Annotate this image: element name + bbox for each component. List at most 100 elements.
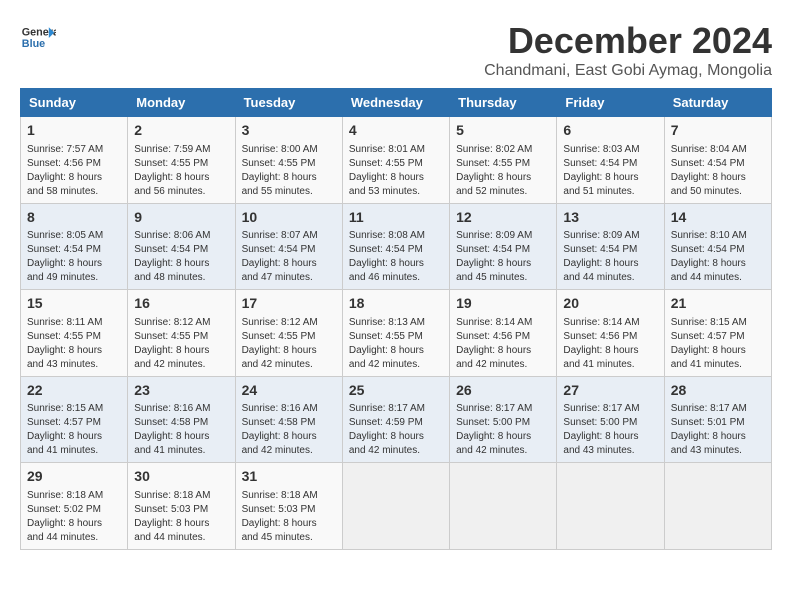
day-number: 23 bbox=[134, 381, 228, 401]
calendar-day-cell: 23 Sunrise: 8:16 AM Sunset: 4:58 PM Dayl… bbox=[128, 376, 235, 463]
calendar-day-cell: 5 Sunrise: 8:02 AM Sunset: 4:55 PM Dayli… bbox=[450, 117, 557, 204]
day-number: 15 bbox=[27, 294, 121, 314]
day-content: Sunrise: 8:13 AM Sunset: 4:55 PM Dayligh… bbox=[349, 316, 443, 372]
day-number: 6 bbox=[563, 121, 657, 141]
day-content: Sunrise: 8:17 AM Sunset: 5:01 PM Dayligh… bbox=[671, 402, 765, 458]
day-number: 19 bbox=[456, 294, 550, 314]
day-number: 25 bbox=[349, 381, 443, 401]
calendar-day-cell: 13 Sunrise: 8:09 AM Sunset: 4:54 PM Dayl… bbox=[557, 203, 664, 290]
calendar-day-cell: 30 Sunrise: 8:18 AM Sunset: 5:03 PM Dayl… bbox=[128, 463, 235, 550]
calendar-week-row: 29 Sunrise: 8:18 AM Sunset: 5:02 PM Dayl… bbox=[21, 463, 772, 550]
calendar-day-cell: 29 Sunrise: 8:18 AM Sunset: 5:02 PM Dayl… bbox=[21, 463, 128, 550]
calendar-day-cell: 9 Sunrise: 8:06 AM Sunset: 4:54 PM Dayli… bbox=[128, 203, 235, 290]
day-number: 3 bbox=[242, 121, 336, 141]
day-number: 16 bbox=[134, 294, 228, 314]
calendar-day-cell: 14 Sunrise: 8:10 AM Sunset: 4:54 PM Dayl… bbox=[664, 203, 771, 290]
day-number: 7 bbox=[671, 121, 765, 141]
day-number: 1 bbox=[27, 121, 121, 141]
day-content: Sunrise: 8:05 AM Sunset: 4:54 PM Dayligh… bbox=[27, 229, 121, 285]
day-content: Sunrise: 8:03 AM Sunset: 4:54 PM Dayligh… bbox=[563, 143, 657, 199]
calendar-day-cell: 17 Sunrise: 8:12 AM Sunset: 4:55 PM Dayl… bbox=[235, 290, 342, 377]
day-number: 14 bbox=[671, 208, 765, 228]
day-number: 18 bbox=[349, 294, 443, 314]
calendar-day-cell: 25 Sunrise: 8:17 AM Sunset: 4:59 PM Dayl… bbox=[342, 376, 449, 463]
day-content: Sunrise: 8:18 AM Sunset: 5:02 PM Dayligh… bbox=[27, 489, 121, 545]
day-number: 29 bbox=[27, 467, 121, 487]
calendar-day-cell: 28 Sunrise: 8:17 AM Sunset: 5:01 PM Dayl… bbox=[664, 376, 771, 463]
day-content: Sunrise: 8:16 AM Sunset: 4:58 PM Dayligh… bbox=[242, 402, 336, 458]
calendar-day-cell: 12 Sunrise: 8:09 AM Sunset: 4:54 PM Dayl… bbox=[450, 203, 557, 290]
day-content: Sunrise: 8:04 AM Sunset: 4:54 PM Dayligh… bbox=[671, 143, 765, 199]
day-number: 24 bbox=[242, 381, 336, 401]
calendar-day-cell bbox=[557, 463, 664, 550]
weekday-header: Tuesday bbox=[235, 89, 342, 117]
weekday-header: Wednesday bbox=[342, 89, 449, 117]
day-number: 30 bbox=[134, 467, 228, 487]
calendar-week-row: 1 Sunrise: 7:57 AM Sunset: 4:56 PM Dayli… bbox=[21, 117, 772, 204]
day-content: Sunrise: 8:09 AM Sunset: 4:54 PM Dayligh… bbox=[563, 229, 657, 285]
day-number: 21 bbox=[671, 294, 765, 314]
calendar-day-cell: 15 Sunrise: 8:11 AM Sunset: 4:55 PM Dayl… bbox=[21, 290, 128, 377]
day-content: Sunrise: 8:15 AM Sunset: 4:57 PM Dayligh… bbox=[671, 316, 765, 372]
location-title: Chandmani, East Gobi Aymag, Mongolia bbox=[484, 62, 772, 80]
day-content: Sunrise: 8:18 AM Sunset: 5:03 PM Dayligh… bbox=[134, 489, 228, 545]
calendar-day-cell: 11 Sunrise: 8:08 AM Sunset: 4:54 PM Dayl… bbox=[342, 203, 449, 290]
calendar-day-cell: 31 Sunrise: 8:18 AM Sunset: 5:03 PM Dayl… bbox=[235, 463, 342, 550]
calendar-day-cell: 6 Sunrise: 8:03 AM Sunset: 4:54 PM Dayli… bbox=[557, 117, 664, 204]
day-content: Sunrise: 8:09 AM Sunset: 4:54 PM Dayligh… bbox=[456, 229, 550, 285]
calendar-day-cell: 24 Sunrise: 8:16 AM Sunset: 4:58 PM Dayl… bbox=[235, 376, 342, 463]
weekday-header: Sunday bbox=[21, 89, 128, 117]
day-number: 20 bbox=[563, 294, 657, 314]
weekday-header-row: SundayMondayTuesdayWednesdayThursdayFrid… bbox=[21, 89, 772, 117]
calendar-day-cell: 16 Sunrise: 8:12 AM Sunset: 4:55 PM Dayl… bbox=[128, 290, 235, 377]
calendar-day-cell: 21 Sunrise: 8:15 AM Sunset: 4:57 PM Dayl… bbox=[664, 290, 771, 377]
day-number: 10 bbox=[242, 208, 336, 228]
day-number: 17 bbox=[242, 294, 336, 314]
day-number: 13 bbox=[563, 208, 657, 228]
day-content: Sunrise: 8:02 AM Sunset: 4:55 PM Dayligh… bbox=[456, 143, 550, 199]
day-content: Sunrise: 8:12 AM Sunset: 4:55 PM Dayligh… bbox=[134, 316, 228, 372]
day-content: Sunrise: 8:08 AM Sunset: 4:54 PM Dayligh… bbox=[349, 229, 443, 285]
day-number: 9 bbox=[134, 208, 228, 228]
day-number: 26 bbox=[456, 381, 550, 401]
day-number: 27 bbox=[563, 381, 657, 401]
logo: General Blue bbox=[20, 20, 56, 56]
day-content: Sunrise: 8:07 AM Sunset: 4:54 PM Dayligh… bbox=[242, 229, 336, 285]
month-title: December 2024 bbox=[484, 20, 772, 62]
calendar-day-cell: 8 Sunrise: 8:05 AM Sunset: 4:54 PM Dayli… bbox=[21, 203, 128, 290]
day-number: 22 bbox=[27, 381, 121, 401]
calendar-day-cell bbox=[664, 463, 771, 550]
page-header: General Blue December 2024 Chandmani, Ea… bbox=[20, 20, 772, 80]
calendar-table: SundayMondayTuesdayWednesdayThursdayFrid… bbox=[20, 88, 772, 550]
day-content: Sunrise: 8:17 AM Sunset: 5:00 PM Dayligh… bbox=[563, 402, 657, 458]
calendar-day-cell: 22 Sunrise: 8:15 AM Sunset: 4:57 PM Dayl… bbox=[21, 376, 128, 463]
day-content: Sunrise: 8:01 AM Sunset: 4:55 PM Dayligh… bbox=[349, 143, 443, 199]
calendar-week-row: 22 Sunrise: 8:15 AM Sunset: 4:57 PM Dayl… bbox=[21, 376, 772, 463]
day-content: Sunrise: 7:59 AM Sunset: 4:55 PM Dayligh… bbox=[134, 143, 228, 199]
calendar-day-cell: 18 Sunrise: 8:13 AM Sunset: 4:55 PM Dayl… bbox=[342, 290, 449, 377]
weekday-header: Friday bbox=[557, 89, 664, 117]
logo-icon: General Blue bbox=[20, 20, 56, 56]
day-number: 8 bbox=[27, 208, 121, 228]
calendar-day-cell: 26 Sunrise: 8:17 AM Sunset: 5:00 PM Dayl… bbox=[450, 376, 557, 463]
calendar-day-cell: 4 Sunrise: 8:01 AM Sunset: 4:55 PM Dayli… bbox=[342, 117, 449, 204]
day-content: Sunrise: 8:14 AM Sunset: 4:56 PM Dayligh… bbox=[563, 316, 657, 372]
day-number: 28 bbox=[671, 381, 765, 401]
calendar-day-cell: 20 Sunrise: 8:14 AM Sunset: 4:56 PM Dayl… bbox=[557, 290, 664, 377]
day-number: 11 bbox=[349, 208, 443, 228]
calendar-day-cell bbox=[342, 463, 449, 550]
calendar-day-cell: 3 Sunrise: 8:00 AM Sunset: 4:55 PM Dayli… bbox=[235, 117, 342, 204]
day-content: Sunrise: 8:17 AM Sunset: 5:00 PM Dayligh… bbox=[456, 402, 550, 458]
calendar-day-cell: 27 Sunrise: 8:17 AM Sunset: 5:00 PM Dayl… bbox=[557, 376, 664, 463]
day-number: 5 bbox=[456, 121, 550, 141]
calendar-day-cell: 10 Sunrise: 8:07 AM Sunset: 4:54 PM Dayl… bbox=[235, 203, 342, 290]
calendar-day-cell: 1 Sunrise: 7:57 AM Sunset: 4:56 PM Dayli… bbox=[21, 117, 128, 204]
weekday-header: Saturday bbox=[664, 89, 771, 117]
day-content: Sunrise: 7:57 AM Sunset: 4:56 PM Dayligh… bbox=[27, 143, 121, 199]
title-section: December 2024 Chandmani, East Gobi Aymag… bbox=[484, 20, 772, 80]
calendar-day-cell: 19 Sunrise: 8:14 AM Sunset: 4:56 PM Dayl… bbox=[450, 290, 557, 377]
day-content: Sunrise: 8:12 AM Sunset: 4:55 PM Dayligh… bbox=[242, 316, 336, 372]
day-content: Sunrise: 8:00 AM Sunset: 4:55 PM Dayligh… bbox=[242, 143, 336, 199]
calendar-day-cell bbox=[450, 463, 557, 550]
day-number: 12 bbox=[456, 208, 550, 228]
